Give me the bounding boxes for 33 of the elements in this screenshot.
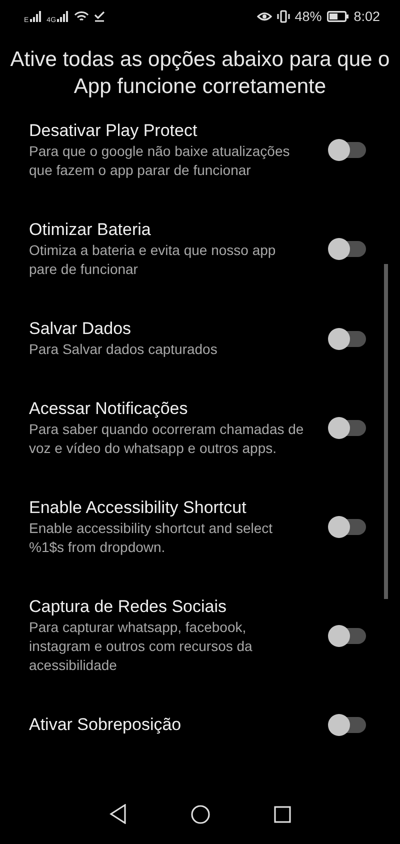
toggle-switch[interactable]: [330, 717, 366, 733]
recents-icon[interactable]: [274, 806, 291, 822]
setting-description: Para Salvar dados capturados: [29, 340, 218, 359]
back-icon[interactable]: [109, 804, 127, 824]
setting-description: Para que o google não baixe atualizações que fazem o app parar de funcionar: [29, 142, 291, 180]
setting-title: Salvar Dados: [29, 318, 132, 340]
setting-description: Otimiza a bateria e evita que nosso app pare de funcionar: [29, 241, 277, 279]
setting-title: Enable Accessibility Shortcut: [29, 497, 248, 519]
toggle-switch[interactable]: [330, 420, 366, 436]
battery-percent: 48%: [294, 8, 322, 24]
page-title: Ative todas as opções abaixo para que o App funcione corretamente: [9, 47, 391, 100]
wifi-icon: [74, 10, 90, 22]
toggle-switch[interactable]: [330, 142, 366, 158]
setting-description: Enable accessibility shortcut and select %1$s from dropdown.: [29, 519, 274, 557]
setting-description: Para saber quando ocorreram chamadas de voz e vídeo do whatsapp e outros apps.: [29, 420, 304, 458]
setting-title: Otimizar Bateria: [29, 219, 152, 241]
clock: 8:02: [354, 8, 380, 24]
toggle-switch[interactable]: [330, 519, 366, 535]
home-icon[interactable]: [191, 804, 210, 824]
setting-title: Captura de Redes Sociais: [29, 596, 228, 618]
signal-icon: [57, 10, 70, 22]
setting-title: Acessar Notificações: [29, 398, 189, 420]
setting-title: Ativar Sobreposição: [29, 714, 182, 736]
eye-icon: [256, 10, 272, 22]
signal-icon: [30, 10, 42, 22]
setting-title: Desativar Play Protect: [29, 120, 198, 142]
toggle-switch[interactable]: [330, 330, 366, 346]
battery-icon: [326, 10, 349, 22]
download-done-icon: [94, 10, 106, 22]
setting-description: Para capturar whatsapp, facebook, instagram e outros com recursos da acessibilidade: [29, 618, 254, 675]
toggle-switch[interactable]: [330, 241, 366, 257]
toggle-switch[interactable]: [330, 628, 366, 644]
vibrate-icon: [276, 10, 290, 22]
